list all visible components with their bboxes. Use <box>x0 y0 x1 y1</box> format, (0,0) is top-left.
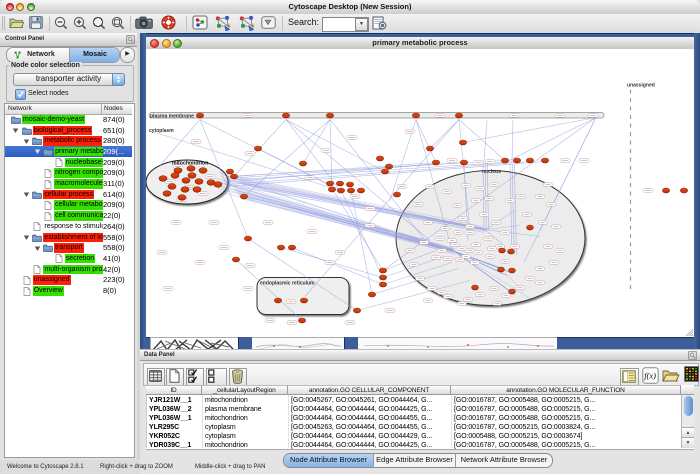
svg-text:plasma membrane: plasma membrane <box>150 113 194 119</box>
svg-text:unassigned: unassigned <box>627 82 655 88</box>
svg-text:endoplasmic reticulum: endoplasmic reticulum <box>260 280 315 286</box>
svg-text:f(x): f(x) <box>644 371 656 381</box>
svg-text:cytoplasm: cytoplasm <box>149 128 174 134</box>
svg-text:nucleus: nucleus <box>482 169 501 175</box>
